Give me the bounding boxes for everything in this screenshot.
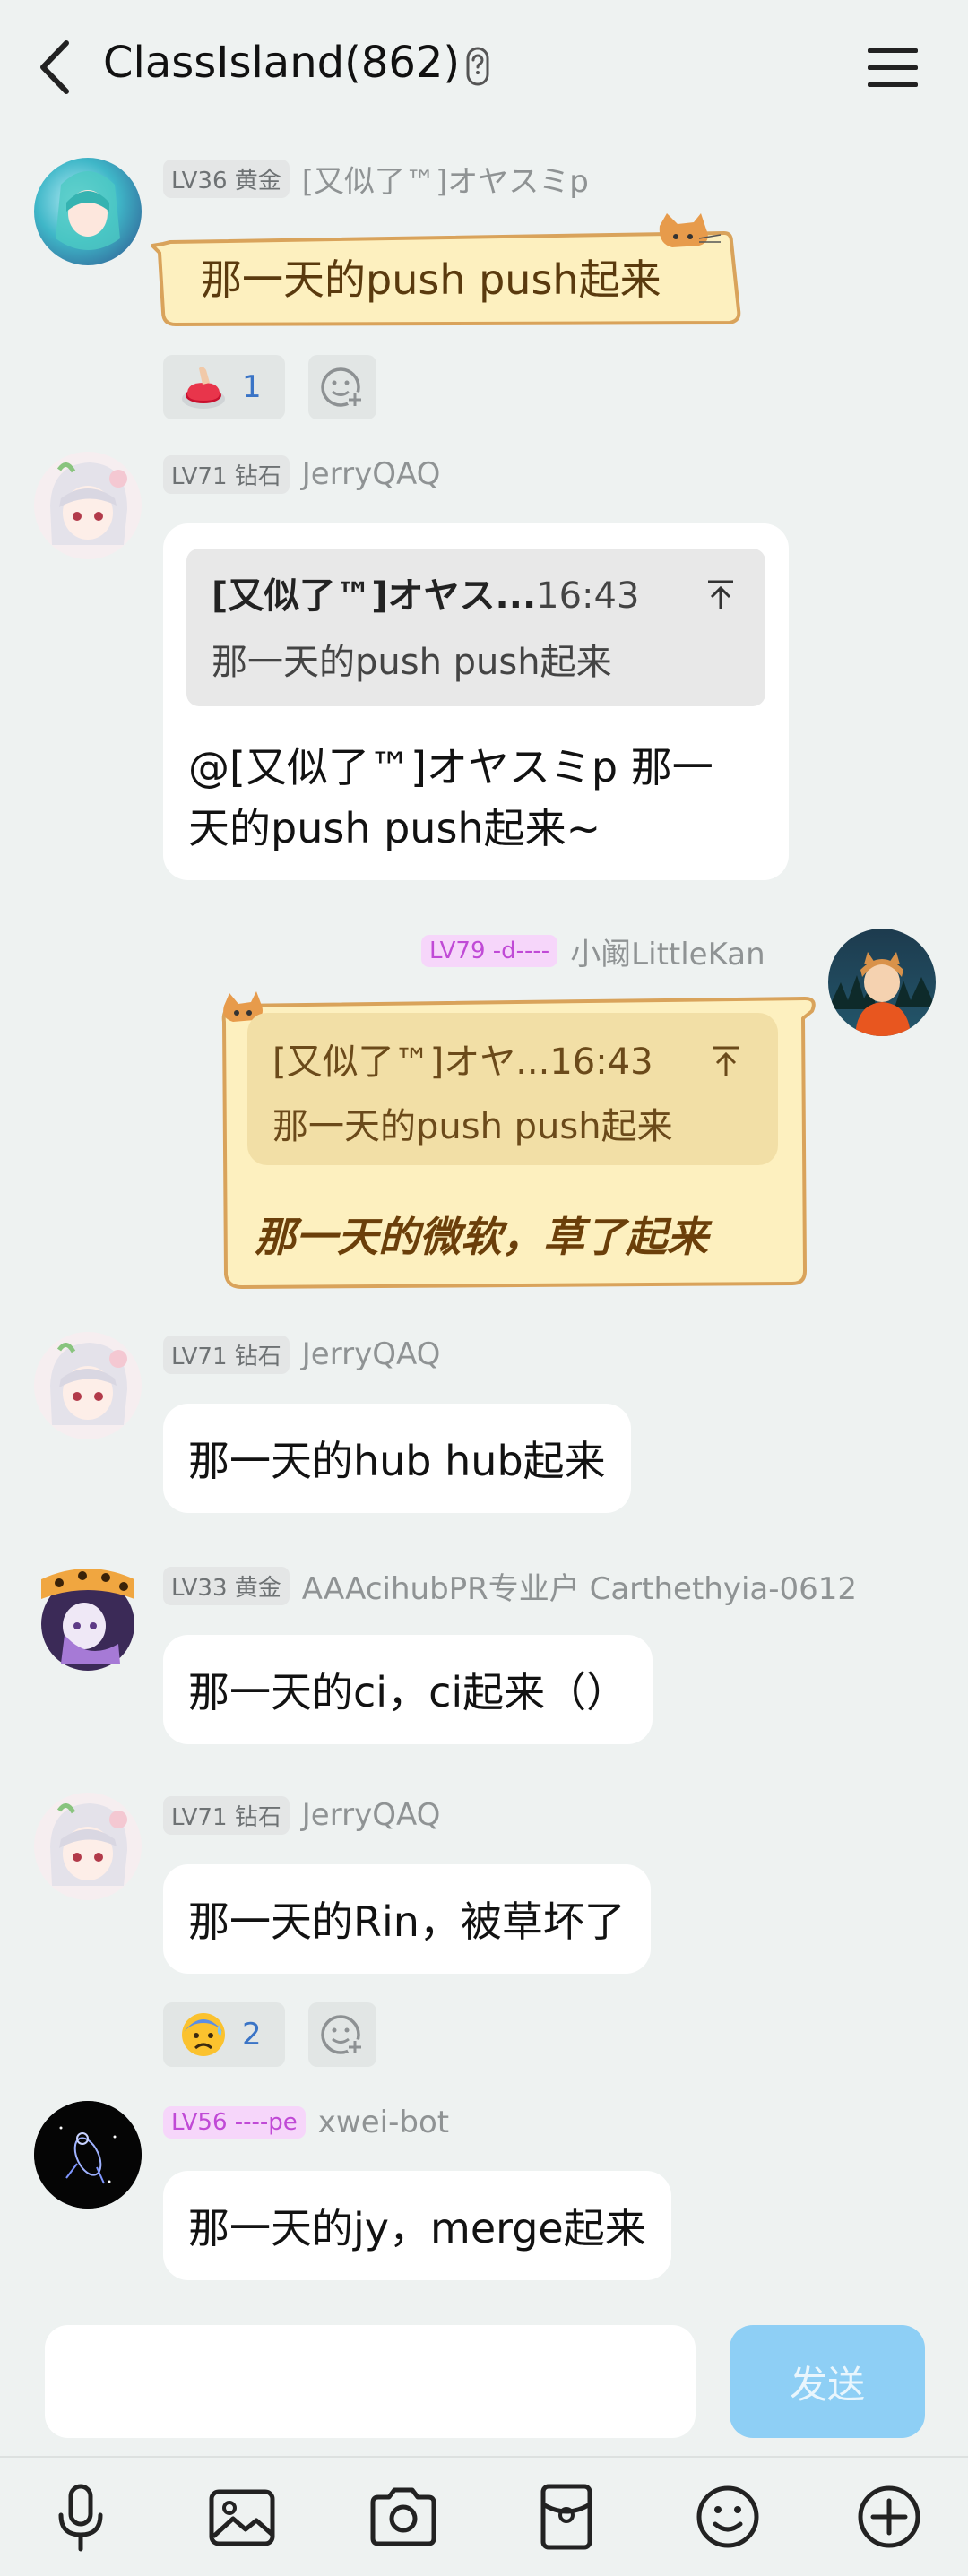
level-badge: LV33 黄金 — [163, 1566, 290, 1605]
message-bubble[interactable]: 那一天的ci，ci起来（） — [163, 1635, 653, 1744]
message-meta: LV33 黄金 AAAcihubPR专业户 Carthethyia-0612 — [163, 1566, 857, 1607]
jump-to-quote-icon[interactable] — [703, 577, 739, 613]
avatar[interactable] — [34, 452, 142, 559]
quoted-message[interactable]: [又似了™]オヤス...16:43 那一天的push push起来 — [186, 549, 765, 706]
avatar[interactable] — [34, 1563, 142, 1671]
quote-text: 那一天的push push起来 — [272, 1106, 673, 1147]
message-bubble[interactable]: 那一天的push push起来 — [151, 213, 744, 333]
level-badge: LV56 ----pe — [163, 2106, 306, 2139]
microphone-icon[interactable] — [43, 2479, 118, 2554]
quote-time: 16:43 — [549, 1042, 653, 1083]
plus-icon[interactable] — [851, 2479, 927, 2554]
add-reaction-button[interactable] — [308, 2002, 376, 2067]
reaction-count: 2 — [242, 2017, 262, 2053]
level-badge: LV71 钻石 — [163, 1795, 290, 1835]
quoted-message[interactable]: [又似了™]オヤ...16:43 那一天的push push起来 — [247, 1013, 778, 1165]
quote-header: [又似了™]オヤ...16:43 — [272, 1033, 653, 1085]
sender-name[interactable]: JerryQAQ — [302, 1336, 441, 1372]
back-arrow-icon[interactable] — [30, 36, 84, 99]
quote-header: [又似了™]オヤス...16:43 — [212, 566, 639, 618]
message-text: 那一 — [618, 743, 713, 791]
avatar[interactable] — [34, 2101, 142, 2209]
message-text: 那一天的ci，ci起来（） — [188, 1668, 628, 1716]
send-button[interactable]: 发送 — [730, 2325, 925, 2438]
message-input-bar: 发送 — [0, 2311, 968, 2456]
message-text: 天的push push起来~ — [188, 804, 601, 852]
red-packet-icon[interactable] — [529, 2479, 604, 2554]
group-info-icon[interactable] — [462, 45, 493, 88]
message-meta: LV71 钻石 JerryQAQ — [163, 1795, 441, 1835]
message-text: 那一天的微软，草了起来 — [255, 1213, 708, 1261]
sender-name[interactable]: AAAcihubPR专业户 Carthethyia-0612 — [302, 1564, 857, 1608]
emoji-icon[interactable] — [690, 2479, 765, 2554]
level-badge: LV71 钻石 — [163, 1335, 290, 1374]
avatar[interactable] — [828, 929, 936, 1036]
avatar[interactable] — [34, 158, 142, 265]
sender-name[interactable]: [又似了™]オヤスミp — [302, 157, 589, 201]
jump-to-quote-icon[interactable] — [708, 1043, 744, 1079]
message-bubble[interactable]: 那一天的hub hub起来 — [163, 1404, 631, 1513]
reaction-chip[interactable]: 1 — [163, 355, 285, 419]
mention-text[interactable]: @[又似了™]オヤスミp — [188, 743, 618, 791]
message-input[interactable] — [45, 2325, 696, 2438]
sender-name[interactable]: JerryQAQ — [302, 1797, 441, 1833]
message-meta: LV56 ----pe xwei-bot — [163, 2105, 449, 2140]
message-bubble[interactable]: [又似了™]オヤス...16:43 那一天的push push起来 @[又似了™… — [163, 523, 789, 880]
quote-sender: [又似了™]オヤ... — [272, 1042, 550, 1083]
input-toolbar — [0, 2456, 968, 2576]
message-text: 那一天的jy，merge起来 — [188, 2204, 646, 2252]
message-text: 那一天的push push起来 — [201, 255, 661, 304]
message-bubble[interactable]: 那一天的jy，merge起来 — [163, 2171, 671, 2280]
red-button-emoji — [182, 367, 225, 409]
reaction-count: 1 — [242, 369, 262, 405]
anxious-sweat-emoji — [182, 2013, 225, 2056]
level-badge: LV79 -d---- — [421, 935, 558, 967]
add-emoji-icon — [321, 367, 363, 408]
message-meta: LV71 钻石 JerryQAQ — [163, 454, 441, 494]
message-text-line: @[又似了™]オヤスミp 那一 — [188, 735, 713, 794]
chat-header: ClassIsland(862) — [0, 0, 968, 134]
quote-time: 16:43 — [536, 575, 640, 617]
add-reaction-button[interactable] — [308, 355, 376, 419]
quote-sender: [又似了™]オヤス... — [212, 575, 537, 617]
message-bubble[interactable]: 那一天的Rin，被草坏了 — [163, 1864, 651, 1974]
avatar[interactable] — [34, 1793, 142, 1900]
message-bubble[interactable]: [又似了™]オヤ...16:43 那一天的push push起来 那一天的微软，… — [213, 986, 819, 1291]
image-icon[interactable] — [204, 2479, 280, 2554]
add-emoji-icon — [321, 2015, 363, 2055]
menu-icon[interactable] — [866, 47, 920, 90]
message-meta: LV36 黄金 [又似了™]オヤスミp — [163, 159, 589, 200]
level-badge: LV36 黄金 — [163, 159, 290, 198]
group-title[interactable]: ClassIsland(862) — [103, 38, 460, 88]
avatar[interactable] — [34, 1332, 142, 1439]
reaction-chip[interactable]: 2 — [163, 2002, 285, 2067]
message-text: 那一天的Rin，被草坏了 — [188, 1897, 626, 1946]
sender-name[interactable]: JerryQAQ — [302, 456, 441, 492]
quote-text: 那一天的push push起来 — [212, 642, 612, 683]
sender-name[interactable]: xwei-bot — [318, 2105, 449, 2140]
message-text: 那一天的hub hub起来 — [188, 1437, 606, 1485]
camera-icon[interactable] — [366, 2479, 441, 2554]
message-meta: LV71 钻石 JerryQAQ — [163, 1335, 441, 1374]
sender-name[interactable]: 小阚LittleKan — [570, 929, 765, 973]
message-meta: LV79 -d---- 小阚LittleKan — [421, 933, 765, 972]
level-badge: LV71 钻石 — [163, 454, 290, 494]
